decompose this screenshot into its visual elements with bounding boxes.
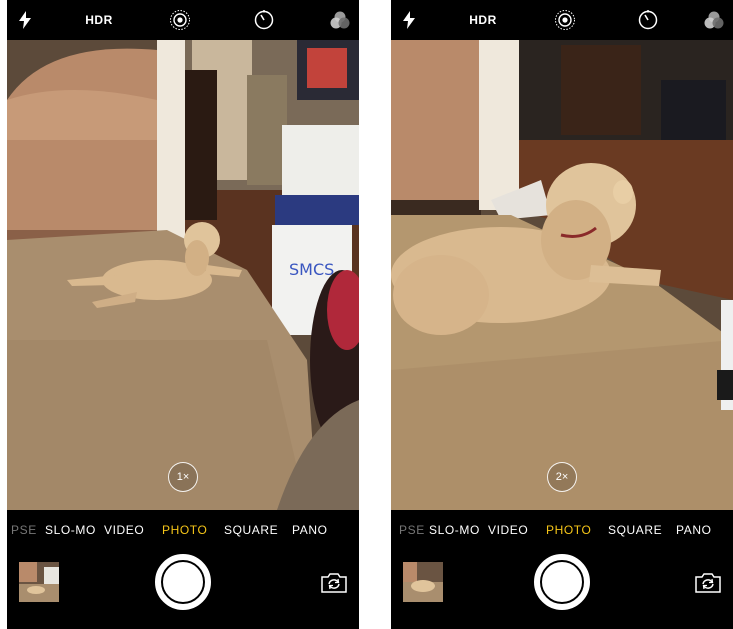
last-photo-thumbnail[interactable] — [19, 562, 59, 602]
zoom-button[interactable]: 2× — [547, 462, 577, 492]
shutter-button[interactable] — [155, 554, 211, 610]
bottom-controls — [7, 548, 359, 620]
zoom-button[interactable]: 1× — [168, 462, 198, 492]
mode-slo-mo[interactable]: SLO-MO — [45, 523, 96, 537]
flash-icon[interactable] — [17, 9, 33, 31]
mode-timelapse[interactable]: PSE — [11, 523, 37, 537]
live-photo-icon[interactable] — [554, 9, 576, 31]
mode-pano[interactable]: PANO — [676, 523, 712, 537]
svg-text:SMCS: SMCS — [289, 260, 334, 279]
top-bar: HDR — [391, 0, 733, 40]
bottom-controls — [391, 548, 733, 620]
mode-selector: PSE SLO-MO VIDEO PHOTO SQUARE PANO — [7, 518, 359, 542]
flash-icon[interactable] — [401, 9, 417, 31]
mode-timelapse[interactable]: PSE — [399, 523, 425, 537]
mode-square[interactable]: SQUARE — [608, 523, 662, 537]
mode-photo[interactable]: PHOTO — [546, 523, 591, 537]
scene-image — [391, 40, 733, 510]
camera-screen-1x: HDR SMCS 1× PSE SLO-MO VIDEO PHOTO SQUAR… — [7, 0, 359, 629]
switch-camera-icon[interactable] — [319, 572, 349, 594]
mode-slo-mo[interactable]: SLO-MO — [429, 523, 480, 537]
viewfinder[interactable]: 2× — [391, 40, 733, 510]
hdr-button[interactable]: HDR — [463, 9, 503, 31]
live-photo-icon[interactable] — [169, 9, 191, 31]
camera-screen-2x: HDR 2× PSE SLO-MO VIDEO PHOTO SQUARE PAN… — [391, 0, 733, 629]
last-photo-thumbnail[interactable] — [403, 562, 443, 602]
filters-icon[interactable] — [703, 9, 725, 31]
mode-video[interactable]: VIDEO — [488, 523, 528, 537]
shutter-button[interactable] — [534, 554, 590, 610]
mode-square[interactable]: SQUARE — [224, 523, 278, 537]
timer-icon[interactable] — [637, 9, 659, 31]
top-bar: HDR — [7, 0, 359, 40]
scene-image: SMCS — [7, 40, 359, 510]
mode-pano[interactable]: PANO — [292, 523, 328, 537]
mode-video[interactable]: VIDEO — [104, 523, 144, 537]
switch-camera-icon[interactable] — [693, 572, 723, 594]
mode-selector: PSE SLO-MO VIDEO PHOTO SQUARE PANO — [391, 518, 733, 542]
hdr-button[interactable]: HDR — [79, 9, 119, 31]
timer-icon[interactable] — [253, 9, 275, 31]
mode-photo[interactable]: PHOTO — [162, 523, 207, 537]
viewfinder[interactable]: SMCS 1× — [7, 40, 359, 510]
filters-icon[interactable] — [329, 9, 351, 31]
